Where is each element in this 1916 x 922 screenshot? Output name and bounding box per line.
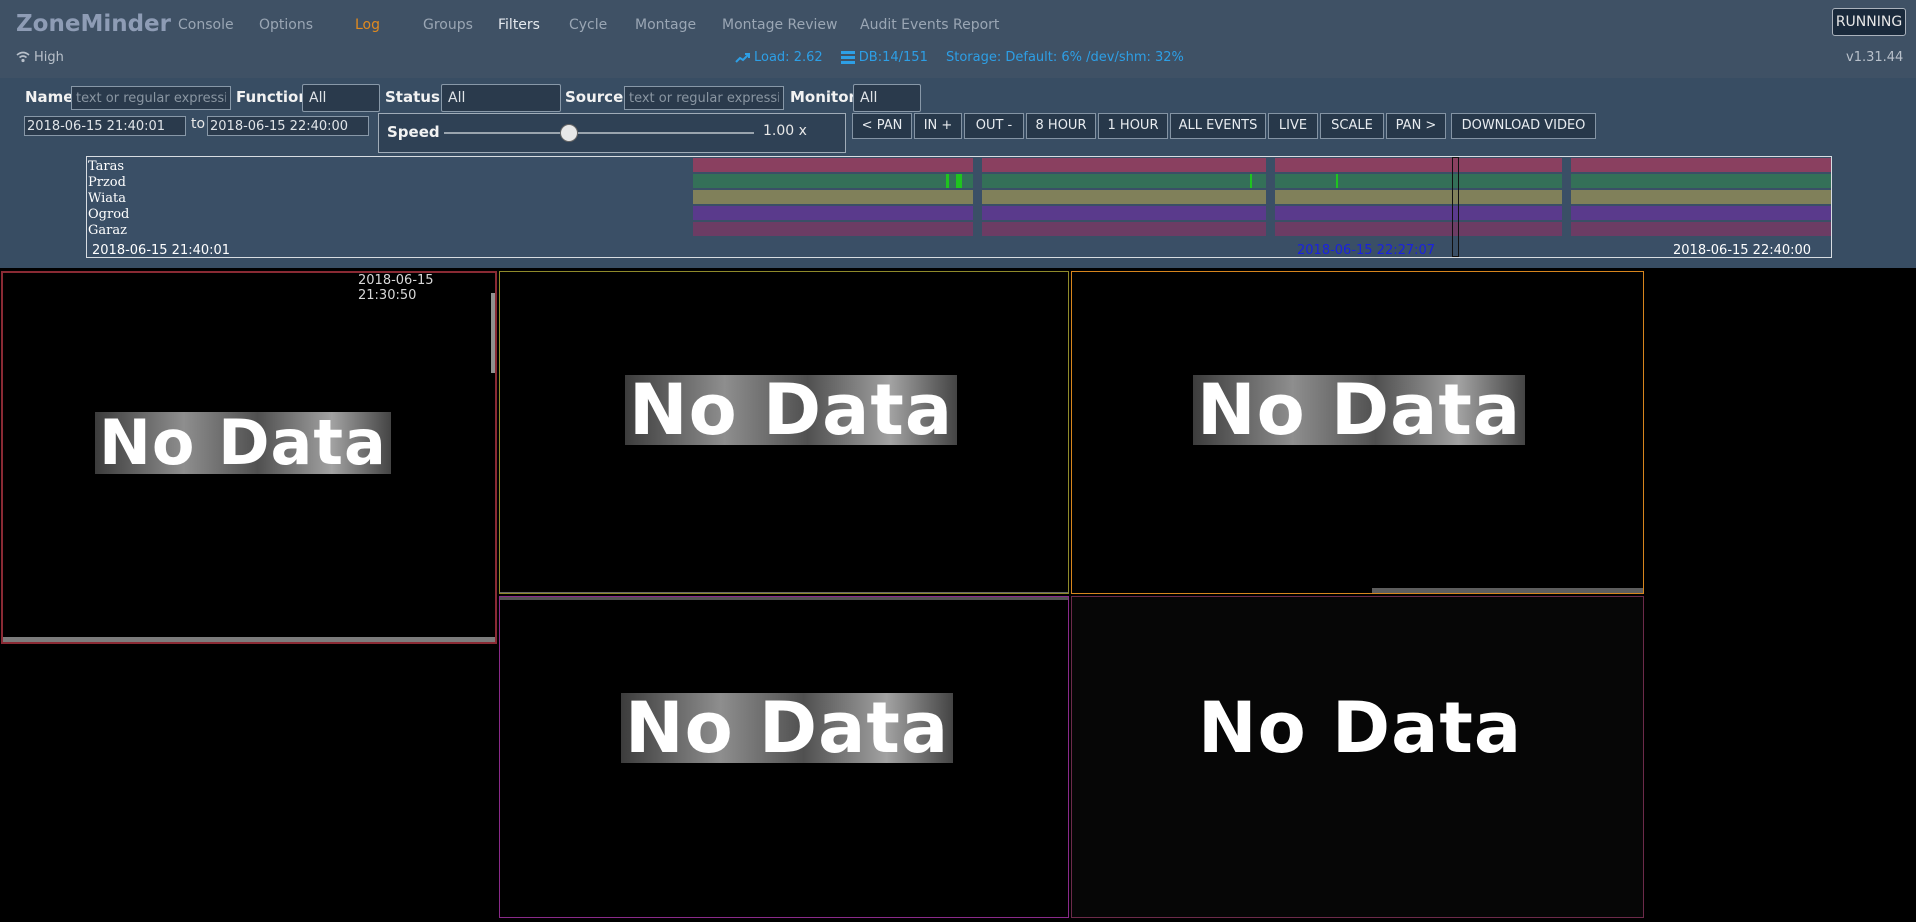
timeline-cursor-label: 2018-06-15 22:27:07	[1297, 243, 1436, 258]
timeline-gap	[1266, 157, 1275, 237]
monitor-garaz[interactable]: No Data	[1071, 596, 1644, 918]
timeline-event[interactable]	[1336, 174, 1338, 188]
timeline-label-taras: Taras	[88, 159, 125, 174]
name-label: Name	[25, 88, 74, 106]
navbar: ZoneMinder Console Options Log Groups Fi…	[0, 0, 1916, 78]
event-timeline[interactable]: Taras Przod Wiata Ogrod Garaz 2018-06-15…	[86, 156, 1832, 258]
status-select[interactable]: All	[441, 84, 561, 112]
bandwidth-label: High	[34, 50, 64, 65]
nav-groups[interactable]: Groups	[423, 17, 473, 33]
nav-cycle[interactable]: Cycle	[569, 17, 607, 33]
speed-slider-track[interactable]	[444, 132, 754, 134]
speed-control: Speed 1.00 x	[378, 113, 846, 153]
nav-montage-review[interactable]: Montage Review	[722, 17, 838, 33]
pan-right-button[interactable]: PAN >	[1386, 113, 1446, 139]
monitor-taras[interactable]: 2018-06-15 21:30:50 No Data	[1, 271, 497, 644]
timeline-label-wiata: Wiata	[88, 191, 127, 206]
monitor-ogrod[interactable]: No Data	[499, 596, 1069, 918]
load-stat: Load: 2.62	[754, 50, 823, 65]
source-filter-input[interactable]	[624, 86, 784, 110]
db-stat: DB:14/151	[858, 50, 928, 65]
timeline-label-ogrod: Ogrod	[88, 207, 130, 222]
speed-label: Speed	[387, 123, 440, 141]
status-label: Status:	[385, 88, 446, 106]
speed-value: 1.00 x	[763, 123, 807, 139]
live-button[interactable]: LIVE	[1268, 113, 1318, 139]
zoom-out-button[interactable]: OUT -	[964, 113, 1024, 139]
monitor-przod[interactable]: No Data	[499, 271, 1069, 594]
zoom-in-button[interactable]: IN +	[914, 113, 962, 139]
no-data-placeholder: No Data	[1198, 687, 1523, 769]
no-data-placeholder: No Data	[625, 375, 958, 445]
brand-logo[interactable]: ZoneMinder	[16, 11, 171, 37]
nav-log[interactable]: Log	[355, 17, 380, 33]
eight-hour-button[interactable]: 8 HOUR	[1026, 113, 1096, 139]
timeline-lane-taras[interactable]	[693, 158, 1831, 172]
timeline-event[interactable]	[956, 174, 962, 188]
no-data-placeholder: No Data	[1193, 375, 1526, 445]
download-video-button[interactable]: DOWNLOAD VIDEO	[1451, 113, 1596, 139]
nav-console[interactable]: Console	[178, 17, 234, 33]
nav-montage[interactable]: Montage	[635, 17, 696, 33]
end-time-input[interactable]	[207, 116, 369, 136]
run-state-button[interactable]: RUNNING	[1832, 8, 1906, 36]
source-label: Source:	[565, 88, 630, 106]
timeline-end-label: 2018-06-15 22:40:00	[1673, 243, 1812, 258]
monitor-wiata[interactable]: No Data	[1071, 271, 1644, 594]
database-icon	[840, 51, 855, 64]
timeline-gap	[1562, 157, 1571, 237]
all-events-button[interactable]: ALL EVENTS	[1170, 113, 1266, 139]
pan-left-button[interactable]: < PAN	[852, 113, 912, 139]
timeline-lane-wiata[interactable]	[693, 190, 1831, 204]
timeline-lane-garaz[interactable]	[693, 222, 1831, 236]
nav-filters[interactable]: Filters	[498, 17, 540, 33]
timeline-lane-przod[interactable]	[693, 174, 1831, 188]
timeline-label-przod: Przod	[88, 175, 126, 190]
to-label: to	[191, 116, 206, 132]
system-stats: Load: 2.62 DB:14/151 Storage: Default: 6…	[735, 50, 1184, 65]
timeline-cursor[interactable]	[1452, 157, 1459, 257]
timeline-event[interactable]	[1250, 174, 1252, 188]
bandwidth-selector[interactable]: High	[16, 50, 64, 65]
timeline-event[interactable]	[946, 174, 949, 188]
monitor-select[interactable]: All	[853, 84, 921, 112]
timeline-gap	[973, 157, 982, 237]
version-label[interactable]: v1.31.44	[1846, 50, 1903, 65]
timeline-label-garaz: Garaz	[88, 223, 127, 238]
nav-options[interactable]: Options	[259, 17, 313, 33]
timeline-start-label: 2018-06-15 21:40:01	[92, 243, 231, 258]
function-select[interactable]: All	[302, 84, 380, 112]
timeline-lane-ogrod[interactable]	[693, 206, 1831, 220]
speed-slider-thumb[interactable]	[560, 124, 578, 142]
monitor-label: Monitor:	[790, 88, 862, 106]
storage-stat: Storage: Default: 6% /dev/shm: 32%	[945, 50, 1184, 65]
no-data-placeholder: No Data	[95, 412, 391, 474]
one-hour-button[interactable]: 1 HOUR	[1098, 113, 1168, 139]
trend-chart-icon	[735, 53, 750, 63]
scale-button[interactable]: SCALE	[1320, 113, 1384, 139]
start-time-input[interactable]	[24, 116, 186, 136]
wifi-icon	[16, 51, 30, 63]
function-label: Function	[236, 88, 310, 106]
name-filter-input[interactable]	[71, 86, 231, 110]
nav-audit-events-report[interactable]: Audit Events Report	[860, 17, 999, 33]
monitor-timestamp: 2018-06-15 21:30:50	[358, 273, 434, 303]
no-data-placeholder: No Data	[621, 693, 954, 763]
